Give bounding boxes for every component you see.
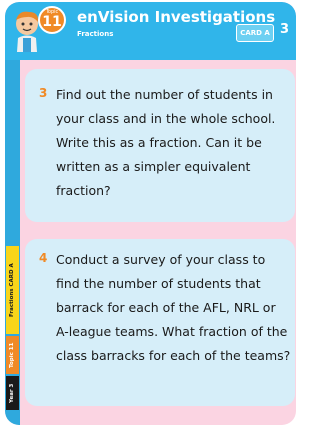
spine-label-stack: Fractions CARD A Topic 11 Year 3 [6, 246, 19, 414]
spine-grade-label: Year 3 [6, 376, 19, 410]
question-number: 3 [39, 86, 48, 100]
card-number: 3 [280, 22, 290, 37]
spine-strand-label: Fractions CARD A [6, 246, 19, 334]
question-text: Find out the number of students in your … [56, 87, 276, 198]
topic-badge-number: 11 [42, 14, 62, 30]
question-text: Conduct a survey of your class to find t… [56, 252, 291, 363]
question-panel: 4 Conduct a survey of your class to find… [25, 239, 295, 406]
topic-badge: Topic 11 [38, 6, 66, 34]
card-label-badge: CARD A [236, 24, 274, 42]
card-subtitle: Fractions [77, 30, 114, 38]
spine-topic-label: Topic 11 [6, 336, 19, 374]
investigation-card: Topic 11 enVision Investigations Fractio… [5, 2, 296, 425]
card-header: Topic 11 enVision Investigations Fractio… [5, 2, 296, 60]
side-spine: Fractions CARD A Topic 11 Year 3 [5, 60, 20, 425]
question-panel: 3 Find out the number of students in you… [25, 69, 295, 222]
question-number: 4 [39, 251, 48, 265]
